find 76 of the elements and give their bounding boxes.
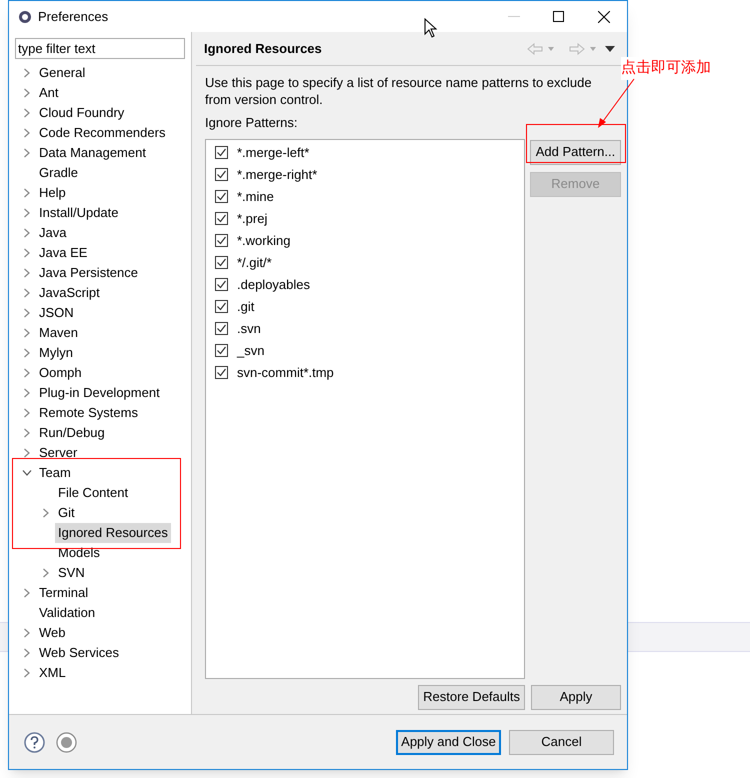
- pattern-label: *.merge-right*: [237, 166, 318, 184]
- tree-item[interactable]: Java EE: [36, 243, 90, 263]
- checkbox[interactable]: [215, 256, 228, 269]
- tree-item[interactable]: Run/Debug: [36, 423, 108, 443]
- maximize-icon[interactable]: [553, 11, 564, 22]
- list-label: Ignore Patterns:: [205, 114, 298, 132]
- chevron-right-icon[interactable]: [24, 588, 30, 598]
- pattern-label: svn-commit*.tmp: [237, 364, 334, 382]
- checkbox[interactable]: [215, 190, 228, 203]
- page-button[interactable]: Restore Defaults: [418, 684, 525, 710]
- tree-item[interactable]: SVN: [55, 563, 88, 583]
- tree-item[interactable]: Mylyn: [36, 343, 76, 363]
- pattern-label: *.working: [237, 232, 290, 250]
- tree-item[interactable]: Java: [36, 223, 70, 243]
- close-icon[interactable]: [598, 10, 610, 22]
- tree-item[interactable]: Code Recommenders: [36, 123, 168, 143]
- checkbox[interactable]: [215, 366, 228, 379]
- chevron-down-icon[interactable]: [22, 470, 32, 476]
- pattern-label: *.prej: [237, 210, 268, 228]
- pattern-label: *.merge-left*: [237, 144, 310, 162]
- checkbox[interactable]: [215, 278, 228, 291]
- tree-item[interactable]: Models: [55, 543, 103, 563]
- pattern-label: .deployables: [237, 276, 310, 294]
- pattern-label: .svn: [237, 320, 261, 338]
- tree-item[interactable]: Ignored Resources: [55, 523, 171, 543]
- tree-item[interactable]: Help: [36, 183, 69, 203]
- checkbox[interactable]: [215, 322, 228, 335]
- tree-item[interactable]: Server: [36, 443, 80, 463]
- checkbox[interactable]: [215, 300, 228, 313]
- tree-item[interactable]: Oomph: [36, 363, 85, 383]
- tree-item[interactable]: JavaScript: [36, 283, 103, 303]
- forward-icon[interactable]: [569, 42, 597, 54]
- tree-item[interactable]: Git: [55, 503, 78, 523]
- tree-item[interactable]: Java Persistence: [36, 263, 141, 283]
- tree-item[interactable]: File Content: [55, 483, 132, 503]
- checkbox[interactable]: [215, 212, 228, 225]
- window-title: Preferences: [38, 8, 108, 26]
- tree-item[interactable]: Maven: [36, 323, 82, 343]
- checkbox[interactable]: [215, 234, 228, 247]
- menu-icon[interactable]: [605, 46, 615, 52]
- tree-item[interactable]: Gradle: [36, 163, 82, 183]
- side-button[interactable]: Add Pattern...: [530, 140, 621, 164]
- checkbox[interactable]: [215, 344, 228, 357]
- tree-item[interactable]: General: [36, 63, 88, 83]
- tree-item[interactable]: Web Services: [36, 643, 122, 663]
- filter-field[interactable]: type filter text: [15, 38, 185, 59]
- tree-item[interactable]: Cloud Foundry: [36, 103, 128, 123]
- page-title: Ignored Resources: [204, 40, 322, 58]
- dialog-button[interactable]: Cancel: [509, 730, 614, 754]
- checkbox[interactable]: [215, 168, 228, 181]
- tree-item[interactable]: XML: [36, 663, 69, 683]
- checkbox[interactable]: [215, 146, 228, 159]
- chevron-right-icon[interactable]: [43, 508, 49, 518]
- pattern-label: _svn: [237, 342, 264, 360]
- pattern-label: *.mine: [237, 188, 274, 206]
- help-icon[interactable]: [24, 732, 45, 752]
- tree-item[interactable]: Remote Systems: [36, 403, 141, 423]
- record-icon[interactable]: [56, 732, 77, 752]
- tree-item[interactable]: Validation: [36, 603, 98, 623]
- pattern-label: */.git/*: [237, 254, 272, 272]
- tree-item[interactable]: Install/Update: [36, 203, 122, 223]
- tree-item[interactable]: Plug-in Development: [36, 383, 163, 403]
- tree-item[interactable]: JSON: [36, 303, 77, 323]
- dialog-button[interactable]: Apply and Close: [396, 730, 501, 754]
- chevron-right-icon[interactable]: [43, 568, 49, 578]
- tree-item[interactable]: Web: [36, 623, 68, 643]
- tree-item[interactable]: Team: [36, 463, 74, 483]
- tree-item[interactable]: Ant: [36, 83, 62, 103]
- back-icon[interactable]: [527, 42, 555, 54]
- annotation-text: 点击即可添加: [621, 57, 711, 80]
- description-text: Use this page to specify a list of resource name patterns to exclude from version control.: [205, 74, 593, 108]
- arrow: [596, 78, 636, 130]
- page-button[interactable]: Apply: [531, 684, 621, 710]
- pattern-label: .git: [237, 298, 254, 316]
- tree-item[interactable]: Data Management: [36, 143, 149, 163]
- tree-item[interactable]: Terminal: [36, 583, 92, 603]
